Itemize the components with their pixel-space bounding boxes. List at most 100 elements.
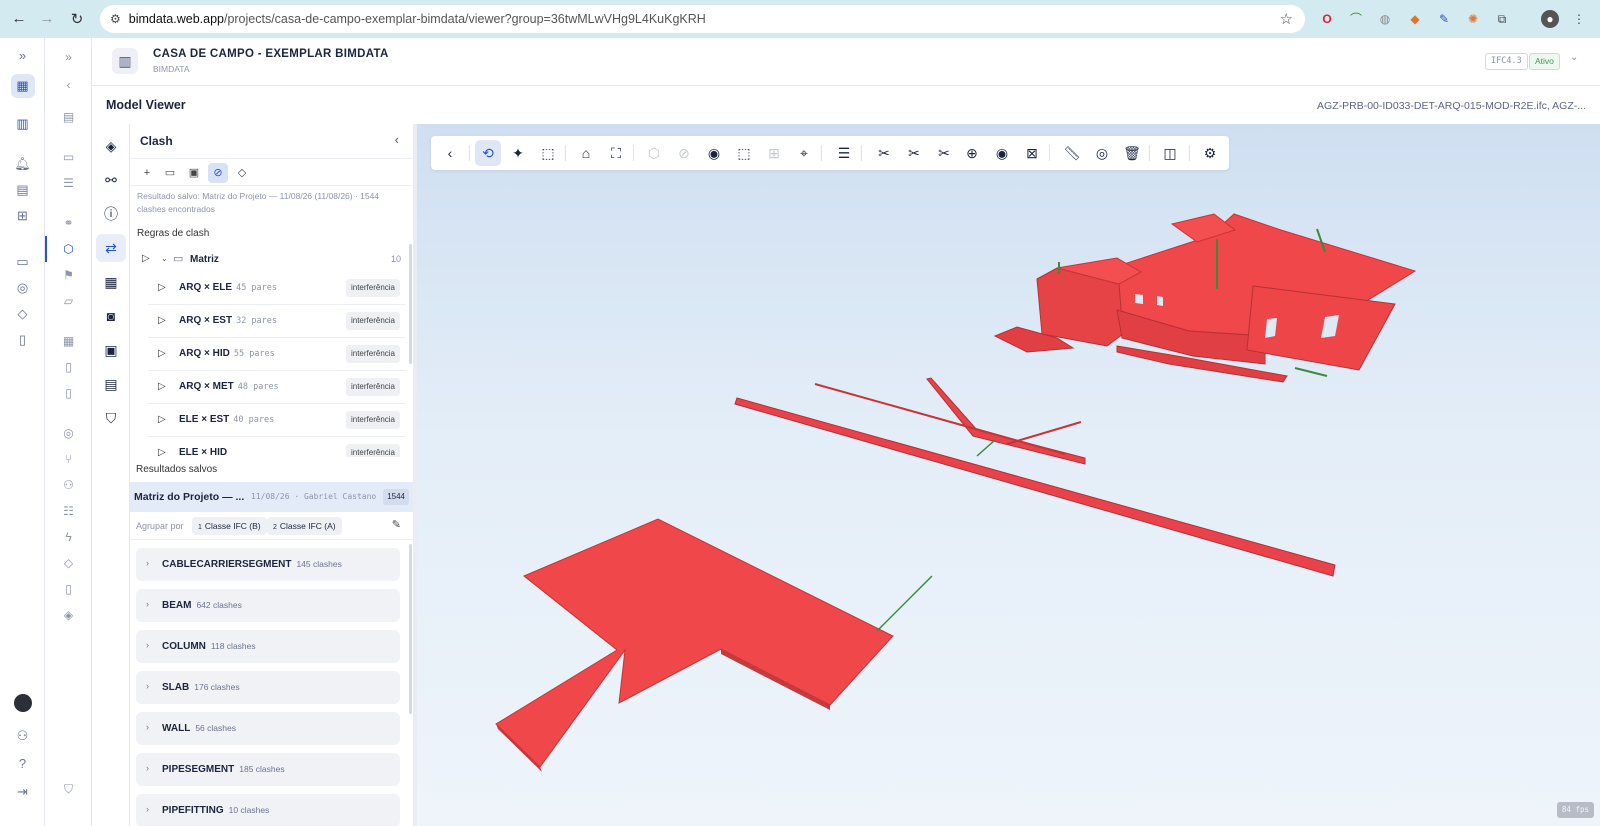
- extensions-puzzle-icon[interactable]: ⧉: [1493, 10, 1511, 28]
- play-icon[interactable]: ▷: [158, 315, 166, 326]
- expand-nav-icon[interactable]: »: [45, 50, 92, 64]
- matrix-folder-row[interactable]: ▷ ⌄ ▭ Matriz 10: [130, 250, 413, 272]
- group-chip[interactable]: 2 Classe IFC (A): [267, 517, 342, 535]
- 3d-viewer-canvas[interactable]: ‹ ⟲ ✦ ⬚ ⌂ ⛶ ⬡ ⊘ ◉ ⬚ ⊞ ⌖ ☰ ✂ ✂ ✂ ⊕ ◉ ⊠ 📏︎…: [417, 124, 1600, 826]
- rules-scrollbar[interactable]: [409, 244, 412, 364]
- gear-icon[interactable]: ⚙: [1197, 140, 1223, 166]
- tag-icon[interactable]: ◇: [45, 556, 92, 570]
- model-cube-icon[interactable]: ⬡: [45, 242, 92, 256]
- clash-group-row[interactable]: › CABLECARRIERSEGMENT 145 clashes: [136, 548, 400, 581]
- eye-icon[interactable]: ◉: [989, 140, 1015, 166]
- extension-gray-icon[interactable]: ◍: [1376, 10, 1394, 28]
- hide-icon[interactable]: ⊘: [208, 163, 228, 183]
- database-icon[interactable]: ◎: [0, 280, 45, 296]
- projects-icon[interactable]: ▤: [0, 182, 45, 198]
- groups-scrollbar[interactable]: [409, 544, 412, 714]
- play-icon[interactable]: ▷: [158, 381, 166, 392]
- walk-icon[interactable]: ✦: [505, 140, 531, 166]
- forward-icon[interactable]: →: [32, 10, 62, 27]
- play-icon[interactable]: ▷: [142, 253, 150, 264]
- eraser-icon[interactable]: ◇: [232, 163, 252, 183]
- user-settings-icon[interactable]: ⚇: [0, 728, 45, 744]
- clash-rule-row[interactable]: ▷ ARQ × MET 48 pares interferência: [148, 371, 406, 404]
- crosshair-icon[interactable]: ⊕: [959, 140, 985, 166]
- play-icon[interactable]: ▷: [158, 447, 166, 457]
- eye-icon[interactable]: ◉: [701, 140, 727, 166]
- extension-sun-icon[interactable]: ✺: [1464, 10, 1482, 28]
- overview-icon[interactable]: ▤: [45, 110, 92, 124]
- user-avatar[interactable]: [0, 694, 45, 715]
- target-icon[interactable]: ◎: [45, 426, 92, 440]
- table-icon[interactable]: ▦: [96, 268, 126, 296]
- reload-icon[interactable]: ↻: [62, 10, 92, 28]
- expand-rail-icon[interactable]: »: [0, 48, 45, 63]
- bolt-icon[interactable]: ϟ: [45, 530, 92, 544]
- chevron-down-icon[interactable]: ⌄: [161, 254, 168, 263]
- add-folder-icon[interactable]: ▭: [160, 163, 180, 183]
- comments-icon[interactable]: ▱: [45, 294, 92, 308]
- branch-icon[interactable]: ⑂: [45, 452, 92, 466]
- chevron-left-icon[interactable]: ‹: [395, 132, 399, 147]
- calendar-icon[interactable]: ▦: [45, 334, 92, 348]
- clash-group-row[interactable]: › WALL 56 clashes: [136, 712, 400, 745]
- checklist-icon[interactable]: ☰: [45, 176, 92, 190]
- clash-group-row[interactable]: › BEAM 642 clashes: [136, 589, 400, 622]
- list-icon[interactable]: ☷: [45, 504, 92, 518]
- save-icon[interactable]: ▣: [184, 163, 204, 183]
- building-icon[interactable]: ▥: [0, 116, 45, 132]
- profile-avatar[interactable]: ●: [1541, 10, 1559, 28]
- location-pin-icon[interactable]: ⌖: [791, 140, 817, 166]
- export-icon[interactable]: ▯: [45, 582, 92, 596]
- model-file-name[interactable]: AGZ-PRB-00-ID033-DET-ARQ-015-MOD-R2E.ifc…: [1317, 100, 1586, 112]
- extension-arc-icon[interactable]: ⌒: [1347, 10, 1365, 28]
- dashboard-icon[interactable]: ▦: [0, 74, 45, 98]
- layers-icon[interactable]: ◈: [45, 608, 92, 622]
- browser-menu-icon[interactable]: ⋮: [1570, 10, 1588, 28]
- box-select-icon[interactable]: ⬚: [731, 140, 757, 166]
- chevron-down-icon[interactable]: ⌄: [1570, 52, 1578, 63]
- section-x-icon[interactable]: ✂: [871, 140, 897, 166]
- play-icon[interactable]: ▷: [158, 414, 166, 425]
- clash-rule-row[interactable]: ▷ ARQ × EST 32 pares interferência: [148, 305, 406, 338]
- clash-rule-row[interactable]: ▷ ARQ × HID 55 pares interferência: [148, 338, 406, 371]
- back-icon[interactable]: ←: [4, 10, 34, 27]
- play-icon[interactable]: ▷: [158, 348, 166, 359]
- section-z-icon[interactable]: ✂: [931, 140, 957, 166]
- clash-group-row[interactable]: › PIPESEGMENT 185 clashes: [136, 753, 400, 786]
- users-icon[interactable]: ⚇: [45, 478, 92, 492]
- logout-icon[interactable]: ⇥: [0, 784, 45, 800]
- clash-group-row[interactable]: › PIPEFITTING 10 clashes: [136, 794, 400, 826]
- address-bar[interactable]: ⚙ bimdata.web.app/projects/casa-de-campo…: [100, 5, 1305, 33]
- section-y-icon[interactable]: ✂: [901, 140, 927, 166]
- chevron-left-icon[interactable]: ‹: [437, 140, 463, 166]
- list-icon[interactable]: ☰: [831, 140, 857, 166]
- clash-rule-row[interactable]: ▷ ELE × EST 40 pares interferência: [148, 404, 406, 437]
- camera-icon[interactable]: ◙: [96, 302, 126, 330]
- group-chip[interactable]: 1 Classe IFC (B): [192, 517, 267, 535]
- calculator-icon[interactable]: ▤: [96, 370, 126, 398]
- opera-extension-icon[interactable]: O: [1318, 10, 1336, 28]
- alert-icon[interactable]: ⓘ: [96, 200, 126, 228]
- clash-rule-row[interactable]: ▷ ARQ × ELE 45 pares interferência: [148, 272, 406, 305]
- add-icon[interactable]: +: [137, 163, 157, 183]
- target-point-icon[interactable]: ◎: [1089, 140, 1115, 166]
- clash-icon[interactable]: ⇄: [96, 234, 126, 262]
- folder-icon[interactable]: ▭: [45, 150, 92, 164]
- book-icon[interactable]: ▭: [0, 254, 45, 270]
- schedule-icon[interactable]: ▣: [96, 336, 126, 364]
- link-icon[interactable]: ⚭: [45, 216, 92, 230]
- split-view-icon[interactable]: ◫: [1157, 140, 1183, 166]
- bookmark-star-icon[interactable]: ☆: [1280, 10, 1293, 28]
- saved-result-row[interactable]: Matriz do Projeto — ... 11/08/26 · Gabri…: [130, 482, 413, 512]
- shield-icon[interactable]: ⛉: [45, 782, 92, 797]
- fullscreen-icon[interactable]: ⛶: [603, 140, 629, 166]
- layers-icon[interactable]: ◈: [96, 132, 126, 160]
- clash-group-row[interactable]: › COLUMN 118 clashes: [136, 630, 400, 663]
- ruler-icon[interactable]: 📏︎: [1059, 140, 1085, 166]
- home-icon[interactable]: ⌂: [573, 140, 599, 166]
- binoculars-icon[interactable]: ⚯: [96, 166, 126, 194]
- collapse-nav-icon[interactable]: ‹: [45, 78, 92, 92]
- bell-icon[interactable]: 🔔︎: [0, 156, 45, 172]
- file-icon[interactable]: ▯: [45, 386, 92, 400]
- metamask-extension-icon[interactable]: ◆: [1406, 10, 1424, 28]
